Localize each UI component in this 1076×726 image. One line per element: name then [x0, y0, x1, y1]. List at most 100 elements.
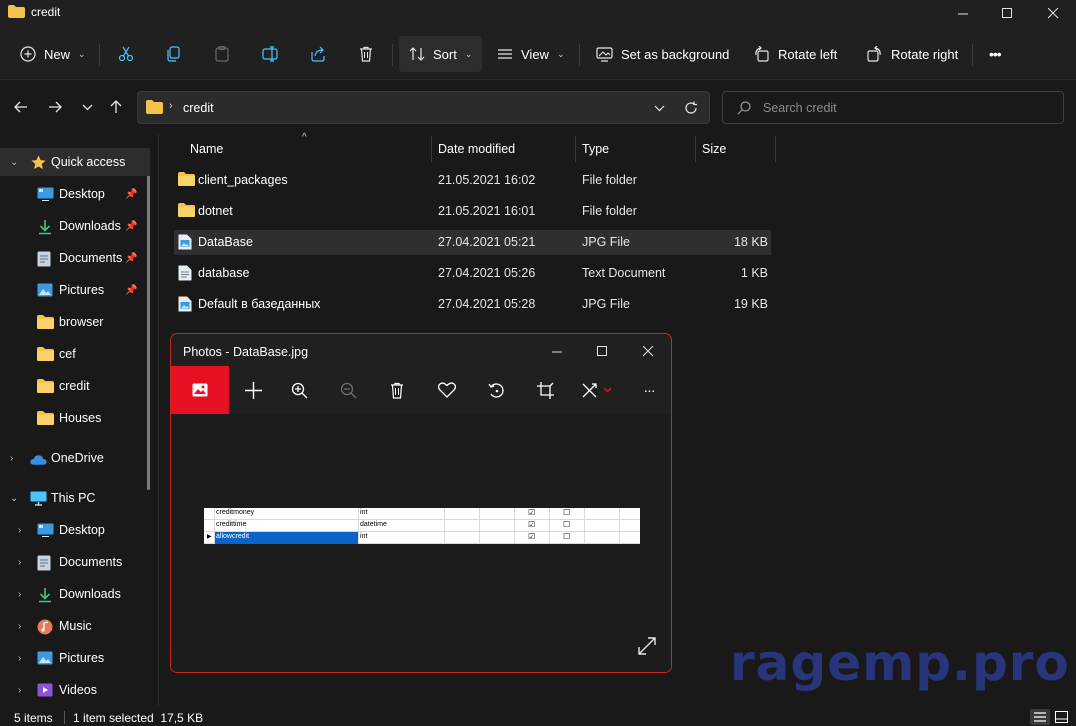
sidebar-item-documents[interactable]: Documents 📌	[0, 244, 150, 272]
photos-maximize-button[interactable]	[580, 338, 624, 364]
favorite-button[interactable]	[425, 366, 469, 414]
add-button[interactable]	[231, 366, 275, 414]
more-options-button[interactable]: •••	[979, 36, 1011, 72]
folder-icon	[178, 172, 195, 187]
more-icon: •••	[989, 46, 1002, 62]
sort-label: Sort	[433, 46, 457, 62]
file-name: database	[198, 266, 250, 280]
sidebar-item-pc-music[interactable]: › Music	[0, 612, 150, 640]
chevron-right-icon: ›	[18, 652, 22, 664]
zoom-out-button[interactable]	[326, 366, 370, 414]
details-view-button[interactable]	[1030, 709, 1050, 725]
sidebar-item-pc-downloads[interactable]: › Downloads	[0, 580, 150, 608]
sidebar-item-pc-desktop[interactable]: › Desktop	[0, 516, 150, 544]
sidebar-item-pc-videos[interactable]: › Videos	[0, 676, 150, 704]
new-button[interactable]: New ⌄	[10, 36, 96, 72]
document-icon	[37, 555, 54, 571]
breadcrumb-chevron-icon: ›	[169, 100, 173, 112]
up-button[interactable]	[101, 92, 131, 122]
address-dropdown-icon[interactable]	[654, 105, 665, 112]
zoom-in-button[interactable]	[277, 366, 321, 414]
share-button[interactable]	[300, 36, 336, 72]
sidebar-item-houses[interactable]: Houses	[0, 404, 150, 432]
column-divider[interactable]	[695, 136, 696, 162]
tiles-view-button[interactable]	[1053, 709, 1071, 725]
plus-circle-icon	[20, 46, 36, 62]
sidebar-item-onedrive[interactable]: › OneDrive	[0, 444, 150, 472]
column-header-name[interactable]: Name	[190, 142, 223, 168]
recent-locations-button[interactable]	[72, 92, 102, 122]
file-row[interactable]: database 27.04.2021 05:26 Text Document …	[174, 261, 771, 286]
photos-close-button[interactable]	[626, 338, 670, 364]
sidebar-item-pc-documents[interactable]: › Documents	[0, 548, 150, 576]
close-button[interactable]	[1030, 0, 1076, 26]
column-divider[interactable]	[431, 136, 432, 162]
sidebar-item-desktop[interactable]: Desktop 📌	[0, 180, 150, 208]
sidebar-item-downloads[interactable]: Downloads 📌	[0, 212, 150, 240]
breadcrumb-credit[interactable]: credit	[183, 101, 214, 115]
minimize-button[interactable]	[940, 0, 986, 26]
arrow-up-icon	[110, 100, 122, 113]
rotate-button[interactable]	[474, 366, 518, 414]
column-divider[interactable]	[575, 136, 576, 162]
paste-icon	[215, 46, 229, 62]
address-row: › credit Search credit	[0, 80, 1076, 134]
column-header-size[interactable]: Size	[702, 142, 726, 168]
copy-button[interactable]	[156, 36, 192, 72]
sort-icon	[409, 47, 425, 61]
divider	[579, 44, 580, 66]
full-screen-icon[interactable]	[637, 636, 657, 656]
photo-canvas: creditmoney int ☑ ☐ credittime datetime …	[171, 414, 671, 672]
see-all-photos-button[interactable]	[171, 366, 229, 414]
sidebar-item-pc-pictures[interactable]: › Pictures	[0, 644, 150, 672]
rename-button[interactable]	[252, 36, 288, 72]
sidebar-item-quick-access[interactable]: ⌄ Quick access	[0, 148, 150, 176]
sidebar-item-browser[interactable]: browser	[0, 308, 150, 336]
sidebar-item-pictures[interactable]: Pictures 📌	[0, 276, 150, 304]
pin-icon[interactable]: 📌	[125, 189, 137, 200]
photos-delete-button[interactable]	[375, 366, 419, 414]
file-name: DataBase	[198, 235, 253, 249]
column-header-type[interactable]: Type	[582, 142, 609, 168]
view-button[interactable]: View ⌄	[487, 36, 575, 72]
crop-icon	[536, 381, 554, 399]
edit-button[interactable]	[571, 366, 621, 414]
photos-more-button[interactable]: ···	[627, 366, 671, 414]
rotate-right-button[interactable]: Rotate right	[856, 36, 968, 72]
photos-minimize-button[interactable]	[535, 338, 579, 364]
column-header-date[interactable]: Date modified	[438, 142, 515, 168]
maximize-button[interactable]	[984, 0, 1030, 26]
delete-button[interactable]	[348, 36, 384, 72]
sidebar-item-credit[interactable]: credit	[0, 372, 150, 400]
folder-icon	[37, 411, 54, 426]
maximize-icon	[1001, 7, 1012, 18]
rename-icon	[262, 46, 278, 62]
folder-icon	[37, 315, 54, 330]
set-background-button[interactable]: Set as background	[586, 36, 739, 72]
pin-icon[interactable]: 📌	[125, 253, 137, 264]
crop-button[interactable]	[523, 366, 567, 414]
file-row[interactable]: Default в базеданных 27.04.2021 05:28 JP…	[174, 292, 771, 317]
cut-button[interactable]	[108, 36, 144, 72]
pin-icon[interactable]: 📌	[125, 221, 137, 232]
file-row[interactable]: dotnet 21.05.2021 16:01 File folder	[174, 199, 771, 224]
sidebar-item-this-pc[interactable]: ⌄ This PC	[0, 484, 150, 512]
back-button[interactable]	[6, 92, 36, 122]
sort-button[interactable]: Sort ⌄	[399, 36, 483, 72]
folder-icon	[178, 203, 195, 218]
search-box[interactable]: Search credit	[722, 91, 1064, 124]
details-view-icon	[1034, 712, 1046, 722]
sidebar-label: Desktop	[59, 523, 105, 537]
refresh-icon[interactable]	[684, 101, 698, 115]
paste-button[interactable]	[204, 36, 240, 72]
file-row[interactable]: client_packages 21.05.2021 16:02 File fo…	[174, 168, 771, 193]
column-divider[interactable]	[775, 136, 776, 162]
file-row[interactable]: DataBase 27.04.2021 05:21 JPG File 18 KB	[174, 230, 771, 255]
sidebar-item-cef[interactable]: cef	[0, 340, 150, 368]
rotate-left-button[interactable]: Rotate left	[743, 36, 847, 72]
address-bar[interactable]: › credit	[137, 91, 710, 124]
pin-icon[interactable]: 📌	[125, 285, 137, 296]
text-file-icon	[178, 265, 194, 281]
minimize-icon	[957, 13, 968, 14]
forward-button[interactable]	[40, 92, 70, 122]
